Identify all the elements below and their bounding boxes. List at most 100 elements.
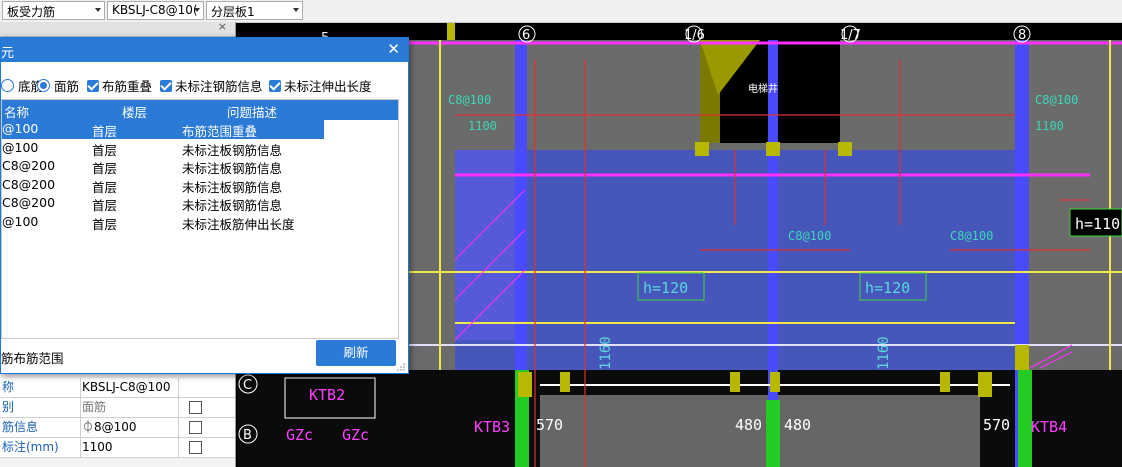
close-icon[interactable]: × [218, 20, 227, 33]
dim-570-right: 570 [983, 416, 1010, 434]
column-gzc-1: GZc [286, 426, 313, 444]
table-row[interactable]: @100 首层 未标注板筋伸出长度 [2, 213, 398, 232]
divider [178, 398, 179, 417]
cell-floor: 首层 [92, 216, 118, 232]
axis-label-1-7: 1/7 [840, 28, 861, 43]
dialog-title: 元 [1, 46, 15, 61]
rebar-name-combo[interactable]: KBSLJ-C8@10( [107, 1, 204, 20]
property-value[interactable]: 面筋 [82, 398, 106, 417]
cell-name: C8@200 [2, 158, 56, 173]
property-key: 标注(mm) [0, 438, 81, 457]
rebar-type-value: 板受力筋 [7, 5, 56, 19]
refresh-button[interactable]: 刷新 [316, 340, 396, 366]
axis-label-b: B [243, 428, 252, 443]
cell-name: @100 [2, 213, 39, 229]
dialog-footer-label[interactable]: 筋布筋范围 [1, 348, 64, 367]
overlap-label: 布筋重叠 [102, 79, 153, 94]
table-row[interactable]: C8@200 首层 未标注板钢筋信息 [2, 194, 398, 213]
axis-label-c: C [243, 378, 252, 393]
property-row-annotation[interactable]: 标注(mm) 1100 [0, 438, 235, 458]
cell-floor: 首层 [92, 124, 118, 139]
cell-name: C8@200 [2, 176, 56, 192]
table-row[interactable]: C8@200 首层 未标注板钢筋信息 [2, 176, 398, 195]
check-dialog: 元 ✕ 底筋 面筋 布筋重叠 未标注钢筋信息 未标注伸出长度 名称 楼层 问题描… [0, 37, 409, 374]
unmarked-ext-checkbox[interactable]: 未标注伸出长度 [269, 76, 372, 95]
radio-selected-icon[interactable] [37, 79, 50, 92]
cell-desc: 未标注板筋伸出长度 [182, 216, 295, 232]
vertical-dim-2: 1160 [876, 336, 892, 370]
beam-ktb4: KTB4 [1031, 418, 1067, 436]
cell-floor: 首层 [92, 142, 118, 158]
column-header-name[interactable]: 名称 [4, 102, 29, 121]
checkbox-checked-icon[interactable] [160, 80, 172, 92]
left-panel-header: × [0, 20, 235, 37]
property-row-category[interactable]: 别 面筋 [0, 398, 235, 418]
beam-ktb2: KTB2 [309, 386, 345, 404]
filter-options: 底筋 面筋 布筋重叠 未标注钢筋信息 未标注伸出长度 [1, 74, 408, 94]
axis-label-8: 8 [1018, 28, 1026, 43]
checkbox-checked-icon[interactable] [269, 80, 281, 92]
dim-480-right: 480 [784, 416, 811, 434]
layer-value: 分层板1 [211, 5, 255, 19]
resize-grip-icon[interactable] [397, 363, 405, 371]
property-key: 别 [0, 398, 81, 417]
unmarked-info-label: 未标注钢筋信息 [175, 79, 263, 94]
issue-table: 名称 楼层 问题描述 @100 首层 布筋范围重叠 @100 首层 未标注板钢筋… [1, 99, 399, 339]
property-value[interactable]: ⏀8@100 [82, 418, 137, 437]
rebar-label-4: 1100 [1035, 119, 1064, 133]
toolbar: 板受力筋 KBSLJ-C8@10( 分层板1 [0, 0, 1122, 23]
rebar-label-6: C8@100 [950, 229, 993, 243]
layer-combo[interactable]: 分层板1 [206, 1, 303, 20]
property-row-rebar-info[interactable]: 筋信息 ⏀8@100 [0, 418, 235, 438]
rebar-type-combo[interactable]: 板受力筋 [2, 1, 105, 20]
property-key: 筋信息 [0, 418, 81, 437]
property-checkbox[interactable] [189, 421, 202, 434]
cell-desc: 未标注板钢筋信息 [182, 179, 283, 195]
property-row-name[interactable]: 称 KBSLJ-C8@100 [0, 378, 235, 398]
rebar-label-5: C8@100 [788, 229, 831, 243]
room-label: 电梯井 [748, 82, 778, 95]
checkbox-checked-icon[interactable] [87, 80, 99, 92]
cell-desc: 未标注板钢筋信息 [182, 142, 283, 158]
cell-floor: 首层 [92, 161, 118, 176]
property-checkbox[interactable] [189, 441, 202, 454]
cell-floor: 首层 [92, 179, 118, 195]
cell-desc: 未标注板钢筋信息 [182, 198, 283, 213]
chevron-down-icon [293, 8, 299, 12]
top-rebar-label: 面筋 [54, 79, 80, 94]
rebar-label-2: C8@100 [1035, 93, 1078, 107]
axis-label-6: 6 [522, 28, 530, 43]
property-value[interactable]: KBSLJ-C8@100 [82, 378, 171, 397]
table-row[interactable]: @100 首层 未标注板钢筋信息 [2, 139, 398, 158]
unmarked-ext-label: 未标注伸出长度 [284, 79, 372, 94]
table-row[interactable]: C8@200 首层 未标注板钢筋信息 [2, 157, 398, 176]
table-row[interactable]: @100 首层 布筋范围重叠 [2, 120, 324, 139]
unmarked-info-checkbox[interactable]: 未标注钢筋信息 [160, 76, 263, 95]
column-gzc-2: GZc [342, 426, 369, 444]
dialog-titlebar[interactable]: 元 ✕ [1, 38, 408, 62]
divider [178, 378, 179, 397]
property-value[interactable]: 1100 [82, 438, 113, 457]
close-icon[interactable]: ✕ [387, 40, 400, 58]
property-key: 称 [0, 378, 81, 397]
property-checkbox[interactable] [189, 401, 202, 414]
divider [178, 438, 179, 457]
column-header-floor[interactable]: 楼层 [122, 102, 147, 121]
vertical-dim-1: 1160 [598, 336, 614, 370]
axis-label-1-6: 1/6 [684, 28, 705, 43]
dim-570-left: 570 [536, 416, 563, 434]
chevron-down-icon [95, 8, 101, 12]
top-rebar-option[interactable]: 面筋 [37, 76, 79, 95]
cell-name: @100 [2, 121, 39, 136]
chevron-down-icon [194, 8, 200, 12]
column-header-desc[interactable]: 问题描述 [227, 102, 277, 121]
cell-desc: 未标注板钢筋信息 [182, 161, 283, 176]
slab-thickness-1: h=120 [643, 279, 688, 297]
slab-thickness-3: h=110 [1075, 215, 1120, 233]
overlap-checkbox[interactable]: 布筋重叠 [87, 76, 152, 95]
slab-thickness-2: h=120 [865, 279, 910, 297]
divider [178, 418, 179, 437]
cell-name: C8@200 [2, 195, 56, 210]
property-table: 称 KBSLJ-C8@100 别 面筋 筋信息 ⏀8@100 标注(mm) 11… [0, 378, 235, 458]
radio-icon[interactable] [1, 79, 14, 92]
